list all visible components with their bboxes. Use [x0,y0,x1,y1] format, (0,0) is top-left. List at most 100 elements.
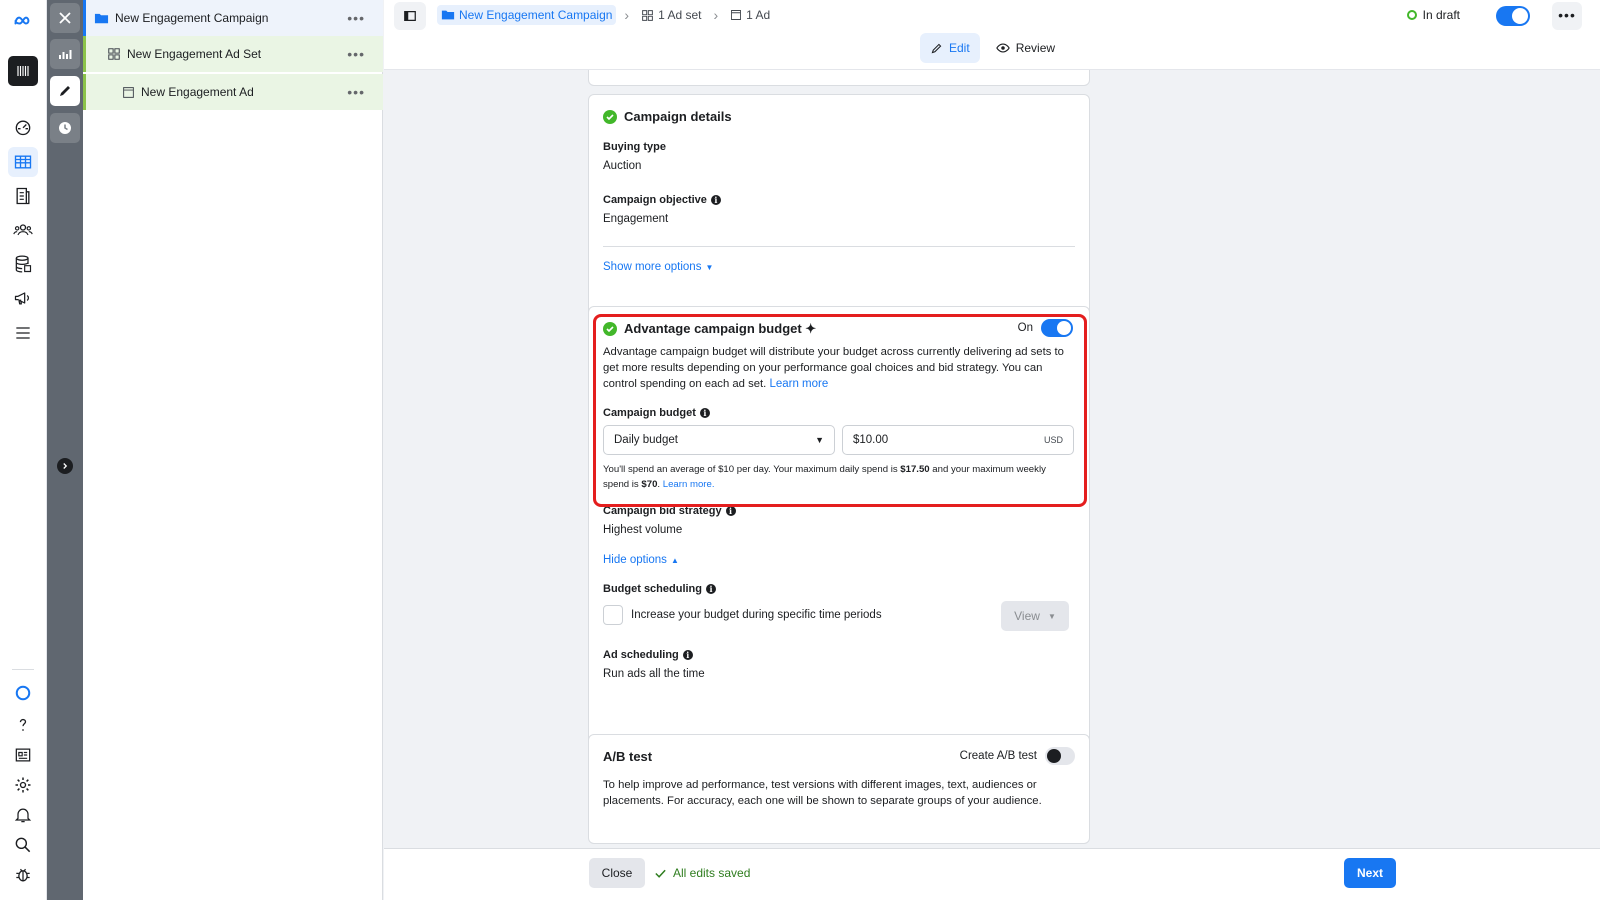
report-icon[interactable] [8,181,38,211]
breadcrumb-label: New Engagement Campaign [459,8,613,22]
bar-chart-icon[interactable] [50,39,80,69]
section-title-text: Campaign details [624,109,732,124]
megaphone-icon[interactable] [8,283,38,313]
hide-options-link[interactable]: Hide options ▲ [603,554,679,566]
field-label: Budget scheduling i [603,583,716,595]
bid-strategy: Campaign bid strategy i Highest volume [603,505,736,536]
button-label: View [1014,609,1040,623]
field-label-text: Campaign objective [603,194,707,206]
previous-card [588,70,1090,86]
more-options-icon[interactable]: ••• [347,84,365,100]
caret-down-icon: ▼ [1047,611,1056,621]
field-label-text: Ad scheduling [603,649,679,661]
more-options-icon[interactable]: ••• [347,46,365,62]
field-label-text: Budget scheduling [603,583,702,595]
editor-tool-strip [47,0,83,900]
budget-scheduling: Budget scheduling i [603,583,716,595]
ad-scheduling: Ad scheduling i Run ads all the time [603,649,705,680]
field-value: Highest volume [603,524,683,536]
tree-item-ad[interactable]: New Engagement Ad ••• [83,74,383,110]
more-options-icon[interactable]: ••• [347,10,365,26]
section-title: A/B test [603,749,652,764]
show-more-options-link[interactable]: Show more options ▼ [603,261,713,273]
database-icon[interactable] [8,249,38,279]
budget-scheduling-option: Increase your budget during specific tim… [603,605,882,625]
field-label: Buying type [603,141,666,153]
status-badge: In draft [1406,8,1460,22]
editor-main: Campaign details Buying type Auction Cam… [384,70,1600,848]
ab-test-toggle[interactable] [1045,747,1075,765]
tree-item-label: New Engagement Ad Set [127,47,262,61]
buying-type: Buying type Auction [603,141,666,172]
breadcrumb-campaign[interactable]: New Engagement Campaign [437,5,617,25]
field-value: Engagement [603,213,669,225]
info-icon[interactable]: i [682,650,693,660]
panel-icon[interactable] [394,2,426,30]
tree-item-label: New Engagement Campaign [115,11,269,25]
bell-icon[interactable] [8,800,38,830]
info-icon[interactable]: i [710,195,721,205]
pencil-icon [930,42,943,55]
help-icon[interactable] [8,710,38,740]
info-icon[interactable]: i [706,584,716,594]
tab-edit[interactable]: Edit [920,33,980,63]
divider [603,246,1075,247]
search-icon[interactable] [8,830,38,860]
dashboard-icon[interactable] [8,112,38,142]
menu-icon[interactable] [8,318,38,348]
meta-ai-icon[interactable] [8,678,38,708]
chevron-right-icon[interactable] [57,458,73,474]
audience-icon[interactable] [8,215,38,245]
tab-label: Review [1015,41,1056,55]
status-label: In draft [1422,8,1460,22]
editor-footer: Close All edits saved Next [384,848,1600,900]
budget-scheduling-checkbox[interactable] [603,605,623,625]
field-label: Campaign objective i [603,194,721,206]
mode-tabs: Edit Review [920,33,1065,63]
table-icon[interactable] [8,147,38,177]
save-status-text: All edits saved [673,866,751,880]
tab-review[interactable]: Review [986,33,1065,63]
close-icon[interactable] [50,3,80,33]
campaign-toggle[interactable] [1496,6,1530,26]
clock-icon[interactable] [50,113,80,143]
close-button[interactable]: Close [589,858,645,888]
business-grid-icon[interactable] [8,56,38,86]
meta-logo-icon[interactable] [8,6,38,36]
pencil-icon[interactable] [50,76,80,106]
field-value: Auction [603,160,642,172]
ad-icon [122,86,135,99]
bug-icon[interactable] [8,860,38,890]
save-status: All edits saved [654,866,750,880]
breadcrumb-adset[interactable]: 1 Ad set [637,5,705,25]
global-nav-rail [0,0,47,900]
info-icon[interactable]: i [725,506,736,516]
tree-item-adset[interactable]: New Engagement Ad Set ••• [83,36,383,72]
highlight-advantage-budget [593,314,1087,507]
next-button[interactable]: Next [1344,858,1396,888]
more-options-button[interactable]: ••• [1552,2,1582,30]
section-title: Campaign details [603,109,732,124]
check-icon [654,867,667,880]
breadcrumb-label: 1 Ad set [658,8,702,22]
gear-icon[interactable] [8,770,38,800]
news-icon[interactable] [8,740,38,770]
link-text: Show more options [603,261,702,273]
ab-test-toggle-group: Create A/B test [960,747,1075,765]
view-button[interactable]: View ▼ [1001,601,1069,631]
check-icon [603,109,617,124]
field-value: Run ads all the time [603,668,705,680]
draft-status-icon [1406,10,1417,20]
grid-icon [107,47,121,61]
breadcrumb-ad[interactable]: 1 Ad [726,5,774,25]
tree-item-label: New Engagement Ad [141,85,254,99]
breadcrumb: New Engagement Campaign › 1 Ad set › 1 A… [437,3,774,27]
checkbox-label: Increase your budget during specific tim… [631,609,882,621]
toggle-label: Create A/B test [959,750,1037,762]
section-title-text: A/B test [603,749,653,764]
chevron-right-icon: › [624,7,630,23]
eye-icon [995,41,1010,55]
tree-item-campaign[interactable]: New Engagement Campaign ••• [83,0,383,36]
chevron-right-icon: › [713,7,719,23]
folder-icon [441,8,455,22]
